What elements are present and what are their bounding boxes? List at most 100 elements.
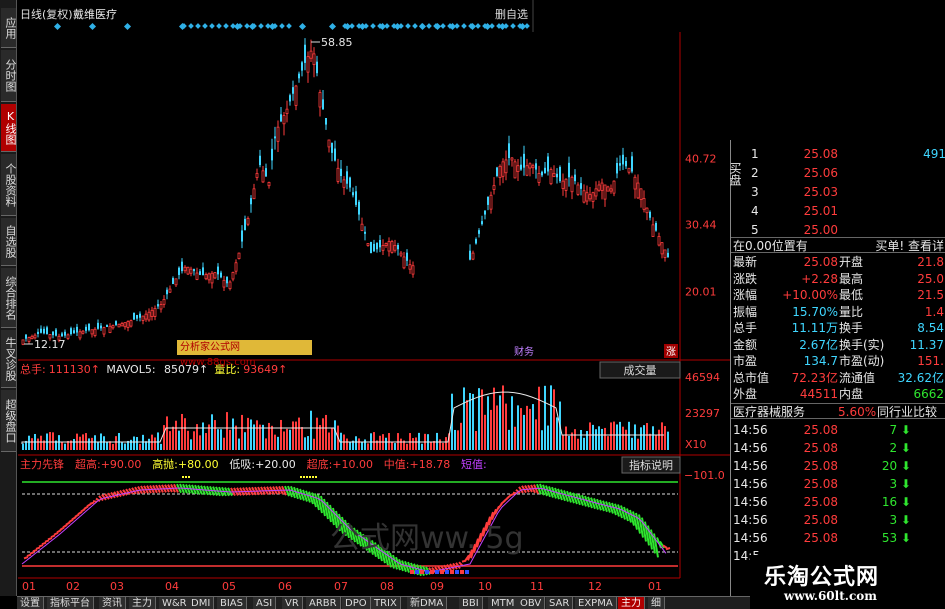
bottom-tab-2[interactable]: 资讯 xyxy=(99,597,126,609)
bottom-tab-18[interactable]: 主力 xyxy=(618,597,645,609)
volume-bar xyxy=(502,385,504,450)
candle-body xyxy=(274,136,276,139)
bottom-tab-6[interactable]: BIAS xyxy=(217,597,247,609)
bottom-tab-17[interactable]: EXPMA xyxy=(575,597,617,609)
candle-body xyxy=(390,241,394,253)
bottom-tab-8[interactable]: VR xyxy=(282,597,303,609)
candle-body xyxy=(244,218,246,230)
volume-bar xyxy=(37,438,39,450)
bottom-tab-4[interactable]: W&R xyxy=(159,597,191,609)
volume-bar xyxy=(544,385,546,450)
candle-body xyxy=(552,173,556,177)
bottom-tab-1[interactable]: 指标平台 xyxy=(47,597,94,609)
volume-bar xyxy=(508,429,510,450)
candle-body xyxy=(316,61,318,74)
candle-body xyxy=(631,156,633,172)
candle-body xyxy=(147,311,151,321)
candle-body xyxy=(178,267,180,275)
volume-bar xyxy=(187,430,189,450)
bottom-tab-19[interactable]: 细 xyxy=(648,597,665,609)
volume-bar xyxy=(421,443,423,450)
candle-body xyxy=(120,323,124,327)
bottom-tab-3[interactable]: 主力 xyxy=(129,597,156,609)
volume-bar xyxy=(454,429,456,450)
volume-bar xyxy=(241,414,243,450)
candle-body xyxy=(246,218,250,225)
signal-diamond xyxy=(88,22,97,31)
candle-body xyxy=(612,180,616,194)
candle-body xyxy=(259,155,261,166)
indicator-value: 高抛:+80.00 xyxy=(152,457,218,471)
bottom-signal xyxy=(450,570,454,574)
signal-diamond xyxy=(230,23,236,29)
indicator-bar xyxy=(509,492,515,497)
volume-bar xyxy=(613,421,615,450)
signal-diamond xyxy=(454,23,460,29)
candle-body xyxy=(639,188,643,200)
order-level-1: 1 25.08 491 xyxy=(751,147,945,161)
candle-body xyxy=(352,192,354,196)
candle-body xyxy=(561,180,565,189)
candle-body xyxy=(157,304,159,307)
candle-body xyxy=(81,330,85,334)
signal-diamond xyxy=(265,23,271,29)
signal-diamond xyxy=(195,23,201,29)
candle-body xyxy=(397,244,399,250)
candle-body xyxy=(267,182,271,187)
candle-body xyxy=(657,236,661,246)
volume-bar xyxy=(340,432,342,450)
volume-bar xyxy=(235,425,237,450)
top-signal xyxy=(300,476,302,478)
candle-body xyxy=(336,167,340,182)
candle-body xyxy=(298,73,300,79)
candle-body xyxy=(340,168,342,176)
candle-body xyxy=(496,167,498,176)
indicator-bar xyxy=(32,548,38,553)
bottom-signal xyxy=(440,570,444,574)
bottom-tab-16[interactable]: SAR xyxy=(546,597,574,609)
bottom-tab-14[interactable]: MTM xyxy=(488,597,519,609)
low-price-label: 12.17 xyxy=(34,338,66,351)
bottom-tab-13[interactable]: BBI xyxy=(459,597,483,609)
candle-body xyxy=(625,160,627,167)
candle-body xyxy=(106,324,108,327)
bottom-tab-10[interactable]: DPO xyxy=(342,597,371,609)
bottom-tab-0[interactable]: 设置 xyxy=(17,597,44,609)
signal-diamond xyxy=(489,23,495,29)
month-label: 01 xyxy=(22,580,36,593)
candle-body xyxy=(469,250,471,260)
bottom-tab-5[interactable]: DMI xyxy=(188,597,215,609)
candle-body xyxy=(280,114,282,122)
signal-diamond xyxy=(524,23,530,29)
bottom-tab-9[interactable]: ARBR xyxy=(306,597,341,609)
volume-bar xyxy=(598,426,600,450)
bottom-tab-7[interactable]: ASI xyxy=(253,597,277,609)
candle-body xyxy=(55,329,57,336)
volume-bar xyxy=(310,410,312,450)
volume-bar xyxy=(106,442,108,450)
bottom-signal xyxy=(410,570,414,574)
bottom-tab-12[interactable]: 新DMA xyxy=(407,597,448,609)
volume-bar xyxy=(619,421,621,450)
candle-body xyxy=(544,167,546,174)
volume-bar xyxy=(298,417,300,450)
volume-bar xyxy=(61,441,63,450)
bottom-tab-11[interactable]: TRIX xyxy=(371,597,401,609)
volume-bar xyxy=(646,423,648,450)
candle-body xyxy=(484,210,486,215)
indicator-watermark: 公式网ww. 5g xyxy=(330,521,524,556)
candle-body xyxy=(663,249,667,258)
candle-body xyxy=(133,312,135,320)
indicator-help-label: 指标说明 xyxy=(629,458,673,472)
candle-body xyxy=(528,163,532,169)
volume-bar xyxy=(649,433,651,450)
candle-body xyxy=(580,183,582,189)
volume-bar xyxy=(517,405,519,450)
top-signal xyxy=(185,476,187,478)
volume-bar xyxy=(202,422,204,450)
bottom-signal xyxy=(425,570,429,574)
bottom-tab-15[interactable]: OBV xyxy=(517,597,546,609)
volume-bar xyxy=(535,419,537,450)
top-signal xyxy=(315,476,317,478)
bottom-signal xyxy=(465,570,469,574)
